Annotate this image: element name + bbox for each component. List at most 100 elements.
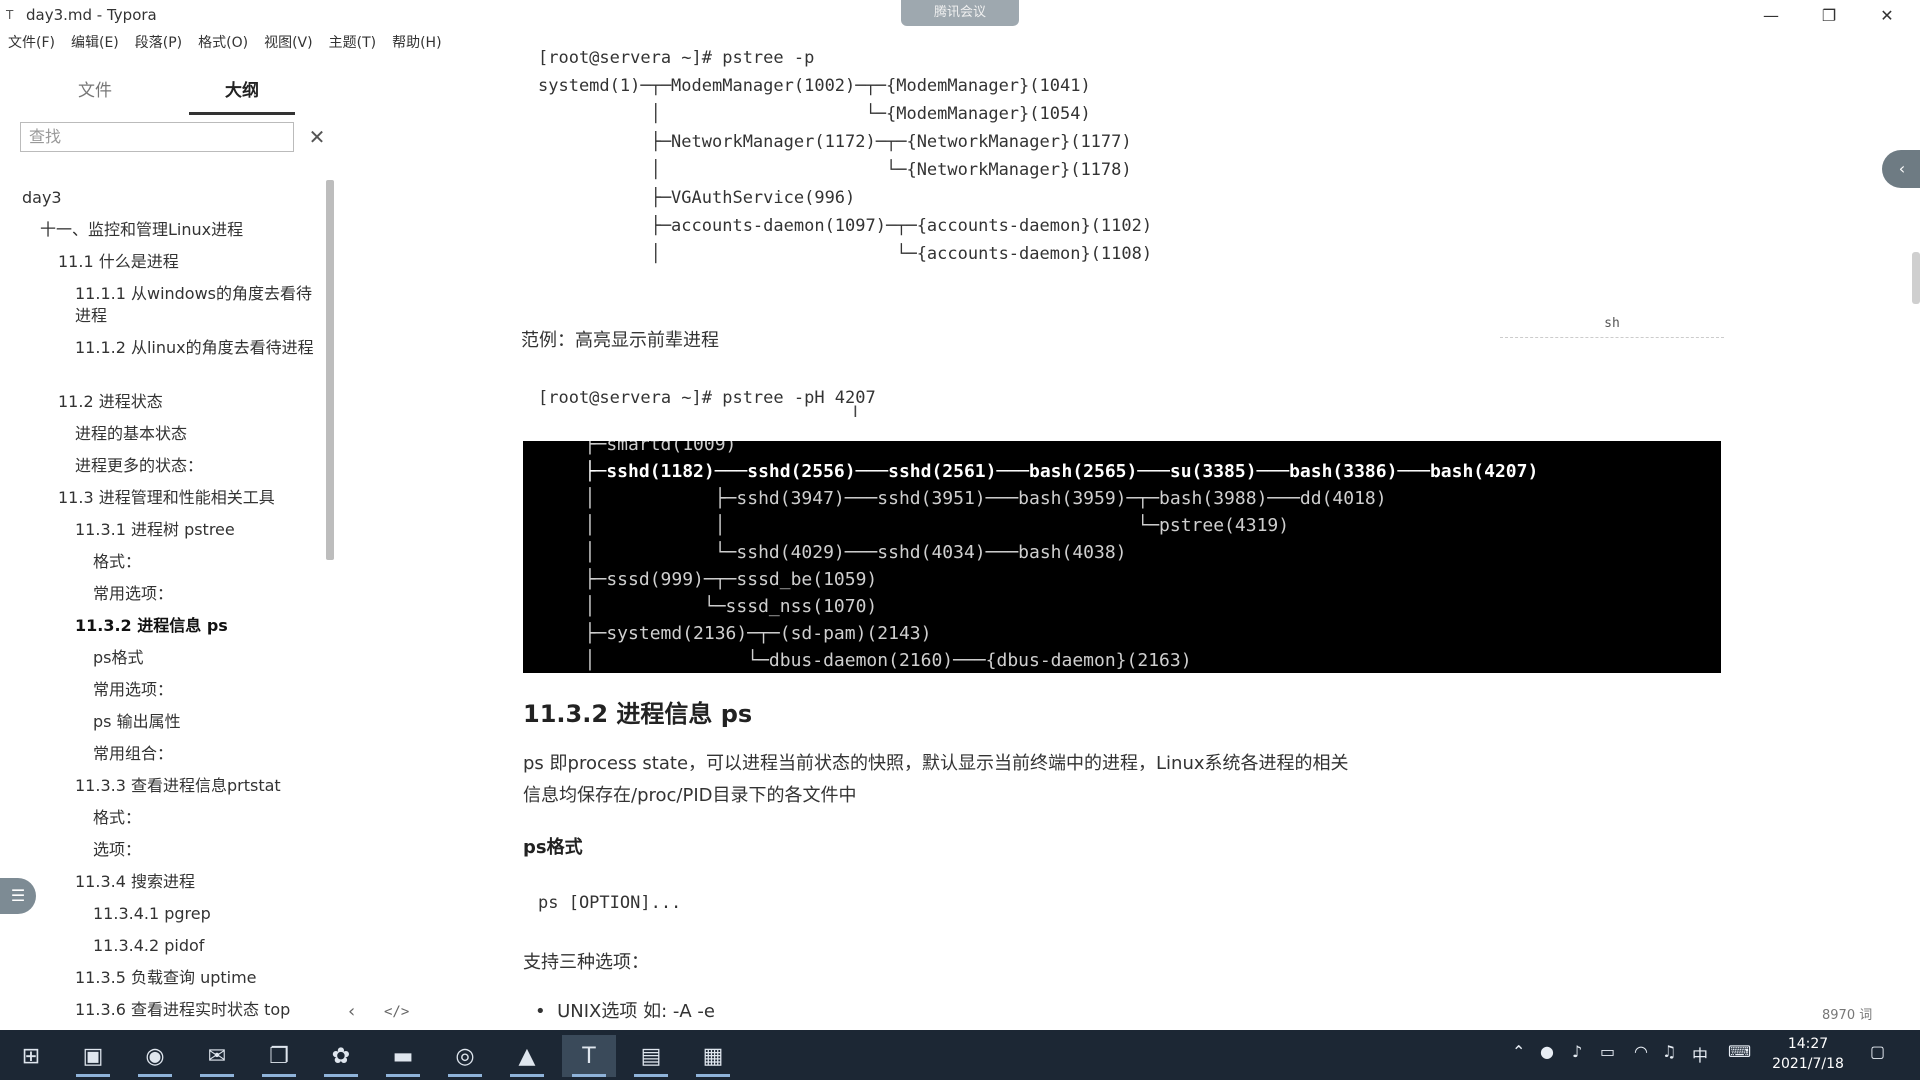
outline-item[interactable]: 11.3.4 搜索进程 bbox=[75, 871, 325, 893]
command-code-block[interactable]: [root@servera ~]# pstree -pH 4207 bbox=[538, 384, 876, 412]
outline-item[interactable]: 选项： bbox=[93, 839, 343, 861]
section-heading: 11.3.2 进程信息 ps bbox=[523, 700, 753, 728]
tray-app-icon[interactable]: ● bbox=[1540, 1042, 1554, 1061]
menu-theme[interactable]: 主题(T) bbox=[329, 32, 376, 52]
ime-indicator[interactable]: 中 bbox=[1692, 1042, 1708, 1066]
close-icon[interactable]: ✕ bbox=[306, 122, 328, 152]
system-clock[interactable]: 14:27 2021/7/18 bbox=[1768, 1034, 1848, 1074]
sidebar-tabs: 文件 大纲 bbox=[8, 72, 338, 115]
terminal-line: ├─systemd(2136)─┬─(sd-pam)(2143) bbox=[563, 623, 932, 644]
chevron-up-icon[interactable]: ⌃ bbox=[1512, 1042, 1525, 1061]
outline-item[interactable]: 11.1.1 从windows的角度去看待进程 bbox=[75, 283, 315, 327]
outline-item[interactable]: 11.1.2 从linux的角度去看待进程 bbox=[75, 337, 315, 359]
outline-item[interactable]: 11.3.4.1 pgrep bbox=[93, 903, 343, 925]
outline-item-active[interactable]: 11.3.2 进程信息 ps bbox=[75, 615, 325, 637]
editor-scrollbar[interactable] bbox=[1912, 252, 1920, 304]
description-line-2: 信息均保存在/proc/PID目录下的各文件中 bbox=[523, 785, 857, 806]
terminal-line: ├─sshd(1182)───sshd(2556)───sshd(2561)──… bbox=[563, 461, 1539, 482]
typora-taskbar-icon[interactable]: T bbox=[562, 1035, 616, 1077]
terminal-line: ├─sssd(999)─┬─sssd_be(1059) bbox=[563, 569, 878, 590]
wechat-icon[interactable]: ✉ bbox=[190, 1035, 244, 1077]
file-explorer-icon[interactable]: ▬ bbox=[376, 1035, 430, 1077]
terminal-line: │ └─sssd_nss(1070) bbox=[563, 596, 878, 617]
typora-app-icon: T bbox=[6, 8, 14, 22]
outline-toggle-icon[interactable]: ☰ bbox=[0, 878, 36, 914]
microphone-icon[interactable]: ♪ bbox=[1572, 1042, 1582, 1061]
terminal-line: │ │ └─pstree(4319) bbox=[563, 515, 1290, 536]
outline-item[interactable]: 常用选项： bbox=[93, 583, 343, 605]
example-label: 范例：高亮显示前辈进程 bbox=[521, 330, 719, 351]
terminal-line: ├─smartd(1009) bbox=[563, 441, 737, 455]
outline-item[interactable]: 进程的基本状态 bbox=[75, 423, 325, 445]
meeting-badge[interactable]: 腾讯会议 bbox=[901, 0, 1019, 26]
virtual-machine-icon[interactable]: ❐ bbox=[252, 1035, 306, 1077]
terminal-line: │ ├─sshd(3947)───sshd(3951)───bash(3959)… bbox=[563, 488, 1387, 509]
app-icon[interactable]: ▦ bbox=[686, 1035, 740, 1077]
menu-format[interactable]: 格式(O) bbox=[198, 32, 248, 52]
volume-icon[interactable]: ♫ bbox=[1662, 1042, 1676, 1061]
app-icon[interactable]: ◎ bbox=[438, 1035, 492, 1077]
taskbar: ⊞ ▣ ◉ ✉ ❐ ✿ ▬ ◎ ▲ T ▤ ▦ ⌃ ● ♪ ▭ ◠ ♫ 中 ⌨ … bbox=[0, 1030, 1920, 1080]
terminal-line: │ └─dbus-daemon(2160)───{dbus-daemon}(21… bbox=[563, 650, 1192, 671]
sidebar-scrollbar[interactable] bbox=[326, 180, 334, 560]
pstree-code-block[interactable]: [root@servera ~]# pstree -p systemd(1)─┬… bbox=[538, 44, 1152, 268]
outline-item[interactable]: 11.2 进程状态 bbox=[58, 391, 308, 413]
wifi-icon[interactable]: ◠ bbox=[1634, 1042, 1648, 1061]
list-item: • UNIX选项 如: -A -e bbox=[535, 1001, 715, 1022]
window-title: day3.md - Typora bbox=[26, 6, 157, 24]
outline-item[interactable]: ps 输出属性 bbox=[93, 711, 343, 733]
battery-icon[interactable]: ▭ bbox=[1600, 1042, 1615, 1061]
outline-item[interactable]: 格式： bbox=[93, 551, 343, 573]
keyboard-icon[interactable]: ⌨ bbox=[1728, 1042, 1751, 1061]
menu-file[interactable]: 文件(F) bbox=[8, 32, 55, 52]
image-viewer-icon[interactable]: ▲ bbox=[500, 1035, 554, 1077]
title-bar: T day3.md - Typora 腾讯会议 — ❐ ✕ bbox=[0, 0, 1920, 30]
menu-bar: 文件(F) 编辑(E) 段落(P) 格式(O) 视图(V) 主题(T) 帮助(H… bbox=[0, 30, 458, 54]
taskbar-app-icon[interactable]: ▣ bbox=[66, 1035, 120, 1077]
app-icon[interactable]: ✿ bbox=[314, 1035, 368, 1077]
word-count[interactable]: 8970 词 bbox=[1822, 1004, 1872, 1023]
browser-icon[interactable]: ◉ bbox=[128, 1035, 182, 1077]
code-language-label[interactable]: sh bbox=[1500, 316, 1724, 338]
outline-item[interactable]: 11.3.5 负载查询 uptime bbox=[75, 967, 325, 989]
outline-item[interactable]: 格式： bbox=[93, 807, 343, 829]
outline-item[interactable]: day3 bbox=[22, 187, 272, 209]
windows-start-icon[interactable]: ⊞ bbox=[4, 1035, 58, 1077]
prev-arrow-icon[interactable]: ‹ bbox=[348, 1001, 355, 1022]
ps-syntax-code-block[interactable]: ps [OPTION]... bbox=[538, 889, 681, 917]
outline-item[interactable]: 11.3.6 查看进程实时状态 top bbox=[75, 999, 325, 1021]
outline-item[interactable]: ps格式 bbox=[93, 647, 343, 669]
minimize-button[interactable]: — bbox=[1742, 0, 1800, 30]
chevron-left-icon[interactable]: ‹ bbox=[1882, 150, 1920, 188]
terminal-output: ├─smartd(1009) ├─sshd(1182)───sshd(2556)… bbox=[563, 441, 1539, 673]
outline-item[interactable]: 常用选项： bbox=[93, 679, 343, 701]
outline-item[interactable]: 11.3.1 进程树 pstree bbox=[75, 519, 325, 541]
clock-date: 2021/7/18 bbox=[1772, 1056, 1844, 1072]
terminal-line: │ └─sshd(4029)───sshd(4034)───bash(4038) bbox=[563, 542, 1127, 563]
menu-help[interactable]: 帮助(H) bbox=[392, 32, 441, 52]
list-item-text: UNIX选项 如: -A -e bbox=[557, 1001, 715, 1022]
outline-item[interactable]: 常用组合： bbox=[93, 743, 343, 765]
close-button[interactable]: ✕ bbox=[1858, 0, 1916, 30]
outline-item[interactable]: 11.3.3 查看进程信息prtstat bbox=[75, 775, 325, 797]
notification-icon[interactable]: ▢ bbox=[1870, 1042, 1885, 1061]
outline-item[interactable]: 十一、监控和管理Linux进程 bbox=[40, 219, 290, 241]
clock-time: 14:27 bbox=[1787, 1036, 1829, 1052]
outline-item[interactable]: 11.3.4.2 pidof bbox=[93, 935, 343, 957]
sidebar: 文件 大纲 查找 ✕ day3 十一、监控和管理Linux进程 11.1 什么是… bbox=[8, 62, 338, 1032]
source-code-toggle-icon[interactable]: </> bbox=[384, 1004, 409, 1020]
outline-search-input[interactable]: 查找 bbox=[20, 122, 294, 152]
tab-outline[interactable]: 大纲 bbox=[189, 76, 295, 101]
terminal-screenshot: ├─smartd(1009) ├─sshd(1182)───sshd(2556)… bbox=[523, 441, 1721, 673]
tab-files[interactable]: 文件 bbox=[42, 76, 148, 101]
outline-item[interactable]: 11.3 进程管理和性能相关工具 bbox=[58, 487, 308, 509]
description-line-1: ps 即process state，可以进程当前状态的快照，默认显示当前终端中的… bbox=[523, 753, 1349, 774]
outline-item[interactable]: 进程更多的状态： bbox=[75, 455, 325, 477]
app-icon[interactable]: ▤ bbox=[624, 1035, 678, 1077]
maximize-button[interactable]: ❐ bbox=[1800, 0, 1858, 30]
menu-paragraph[interactable]: 段落(P) bbox=[135, 32, 182, 52]
menu-view[interactable]: 视图(V) bbox=[264, 32, 313, 52]
outline-item[interactable]: 11.1 什么是进程 bbox=[58, 251, 308, 273]
active-tab-indicator bbox=[189, 112, 295, 115]
menu-edit[interactable]: 编辑(E) bbox=[71, 32, 119, 52]
